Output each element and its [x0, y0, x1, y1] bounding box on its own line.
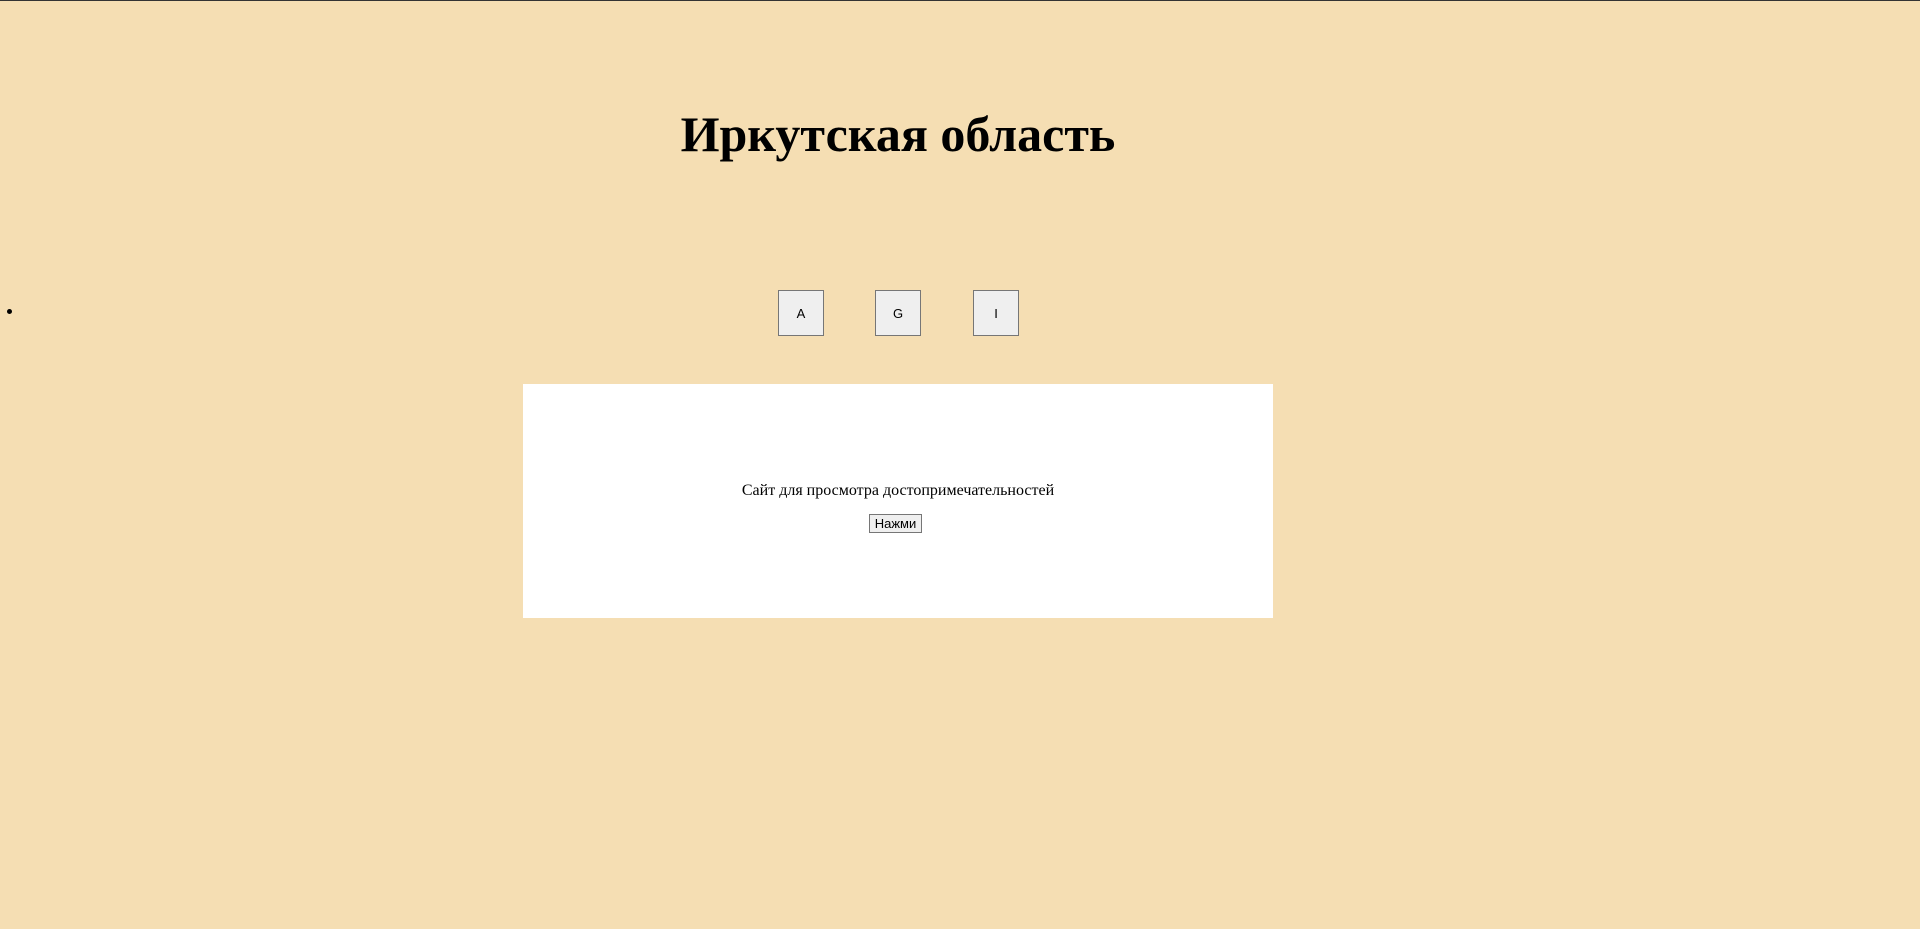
page-title: Иркутская область [680, 106, 1116, 162]
list-bullet [7, 309, 12, 314]
intro-text: Сайт для просмотра достопримечательносте… [741, 482, 1055, 499]
top-border [0, 0, 1920, 1]
intro-panel: Сайт для просмотра достопримечательносте… [523, 384, 1273, 618]
nav-button-i[interactable]: I [973, 290, 1019, 336]
nav-button-g[interactable]: G [875, 290, 921, 336]
press-button[interactable]: Нажми [869, 514, 922, 533]
nav-button-a[interactable]: A [778, 290, 824, 336]
